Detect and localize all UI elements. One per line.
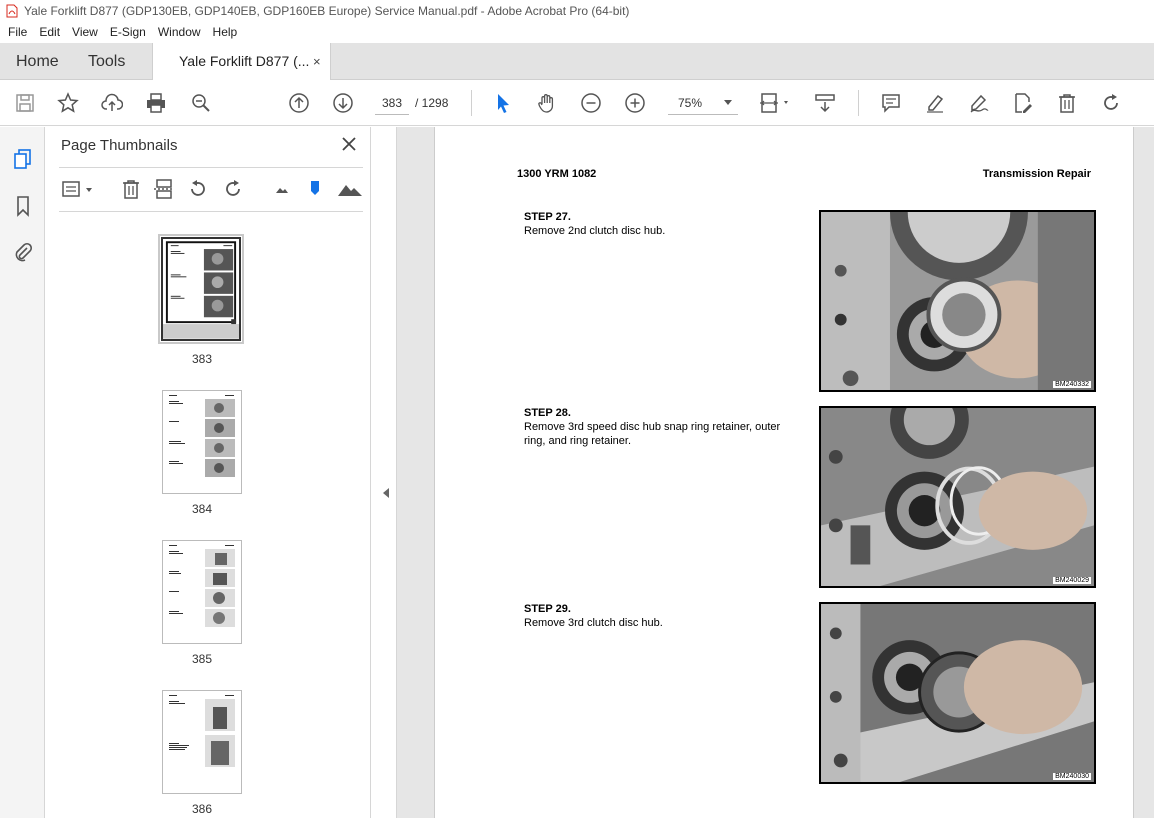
thumbnail-options-icon[interactable] <box>61 178 95 200</box>
step-title: STEP 27. <box>524 211 571 223</box>
page-thumbnail[interactable] <box>158 234 244 344</box>
comment-icon[interactable] <box>879 91 903 115</box>
zoom-value: 75% <box>678 96 703 110</box>
divider <box>59 211 363 212</box>
tab-close-icon[interactable]: × <box>313 43 321 80</box>
zoom-dropdown[interactable]: 75% <box>668 91 738 115</box>
menu-esign[interactable]: E-Sign <box>104 22 152 43</box>
menu-edit[interactable]: Edit <box>33 22 66 43</box>
page-thumbnail[interactable] <box>162 690 242 794</box>
rotate-left-icon[interactable] <box>187 178 209 200</box>
menu-view[interactable]: View <box>66 22 104 43</box>
menu-file[interactable]: File <box>0 22 33 43</box>
panel-title: Page Thumbnails <box>61 137 178 154</box>
step-block: STEP 29. Remove 3rd clutch disc hub. <box>524 602 804 630</box>
delete-icon[interactable] <box>1055 91 1079 115</box>
find-icon[interactable] <box>189 91 213 115</box>
thumbnail-size-slider-icon[interactable] <box>304 178 326 200</box>
step-text: Remove 2nd clutch disc hub. <box>524 225 666 237</box>
thumbnail-label: 383 <box>191 352 213 366</box>
thumbnail-smaller-icon[interactable] <box>271 178 293 200</box>
menu-help[interactable]: Help <box>207 22 244 43</box>
select-icon[interactable] <box>491 91 515 115</box>
page-number-input[interactable]: 383 <box>375 91 409 115</box>
main-toolbar: 383 / 1298 75% <box>0 80 1154 126</box>
upload-icon[interactable] <box>100 91 124 115</box>
tab-tools[interactable]: Tools <box>88 43 125 80</box>
save-icon[interactable] <box>13 91 37 115</box>
menu-bar: File Edit View E-Sign Window Help <box>0 22 1154 43</box>
delete-page-icon[interactable] <box>120 178 142 200</box>
page-thumbnail[interactable] <box>162 540 242 644</box>
window-title: Yale Forklift D877 (GDP130EB, GDP140EB, … <box>24 4 630 18</box>
page-thumbnails-icon[interactable] <box>11 147 35 171</box>
tab-bar: Home Tools Yale Forklift D877 (... × <box>0 43 1154 81</box>
print-icon[interactable] <box>144 91 168 115</box>
step-photo: BM240030 <box>819 602 1096 784</box>
photo-id: BM240332 <box>1053 381 1091 388</box>
sign-icon[interactable] <box>967 91 991 115</box>
tab-document[interactable]: Yale Forklift D877 (... × <box>152 43 331 81</box>
thumbnail-larger-icon[interactable] <box>337 178 363 200</box>
scroll-mode-icon[interactable] <box>813 91 837 115</box>
page-header-right: Transmission Repair <box>982 168 1091 180</box>
pdf-page: 1300 YRM 1082 Transmission Repair STEP 2… <box>434 127 1134 818</box>
step-title: STEP 29. <box>524 603 571 615</box>
left-rail <box>0 127 45 818</box>
prev-page-icon[interactable] <box>287 91 311 115</box>
menu-window[interactable]: Window <box>152 22 207 43</box>
attachments-icon[interactable] <box>11 240 35 264</box>
divider <box>59 167 363 168</box>
photo-id: BM240030 <box>1053 773 1091 780</box>
thumbnail-label: 384 <box>191 502 213 516</box>
document-area: 1300 YRM 1082 Transmission Repair STEP 2… <box>397 127 1154 818</box>
tab-home[interactable]: Home <box>16 43 59 80</box>
photo-id: BM240029 <box>1053 577 1091 584</box>
acrobat-icon <box>6 4 18 18</box>
highlight-icon[interactable] <box>923 91 947 115</box>
step-block: STEP 27. Remove 2nd clutch disc hub. <box>524 210 804 238</box>
bookmarks-icon[interactable] <box>11 194 35 218</box>
extract-page-icon[interactable] <box>153 178 175 200</box>
redo-icon[interactable] <box>1099 91 1123 115</box>
step-block: STEP 28. Remove 3rd speed disc hub snap … <box>524 406 804 448</box>
page-thumbnail[interactable] <box>162 390 242 494</box>
toolbar-divider <box>471 90 472 116</box>
page-fit-icon[interactable] <box>757 91 793 115</box>
step-title: STEP 28. <box>524 407 571 419</box>
panel-splitter[interactable] <box>371 127 397 818</box>
collapse-panel-icon[interactable] <box>383 488 389 498</box>
bookmark-star-icon[interactable] <box>56 91 80 115</box>
next-page-icon[interactable] <box>331 91 355 115</box>
thumbnail-label: 386 <box>191 802 213 816</box>
page-total: / 1298 <box>415 96 449 110</box>
thumbnails-panel: Page Thumbnails 383 384 385 386 <box>45 127 415 818</box>
chevron-down-icon <box>724 100 732 105</box>
tab-document-label: Yale Forklift D877 (... <box>179 53 310 69</box>
hand-icon[interactable] <box>535 91 559 115</box>
page-header-left: 1300 YRM 1082 <box>517 168 597 180</box>
title-bar: Yale Forklift D877 (GDP130EB, GDP140EB, … <box>0 0 1154 22</box>
close-icon[interactable] <box>341 136 357 152</box>
thumbnail-label: 385 <box>191 652 213 666</box>
step-text: Remove 3rd speed disc hub snap ring reta… <box>524 421 781 447</box>
zoom-in-icon[interactable] <box>623 91 647 115</box>
rotate-right-icon[interactable] <box>222 178 244 200</box>
zoom-out-icon[interactable] <box>579 91 603 115</box>
toolbar-divider <box>858 90 859 116</box>
edit-pdf-icon[interactable] <box>1011 91 1035 115</box>
step-photo: BM240029 <box>819 406 1096 588</box>
step-text: Remove 3rd clutch disc hub. <box>524 617 663 629</box>
step-photo: BM240332 <box>819 210 1096 392</box>
